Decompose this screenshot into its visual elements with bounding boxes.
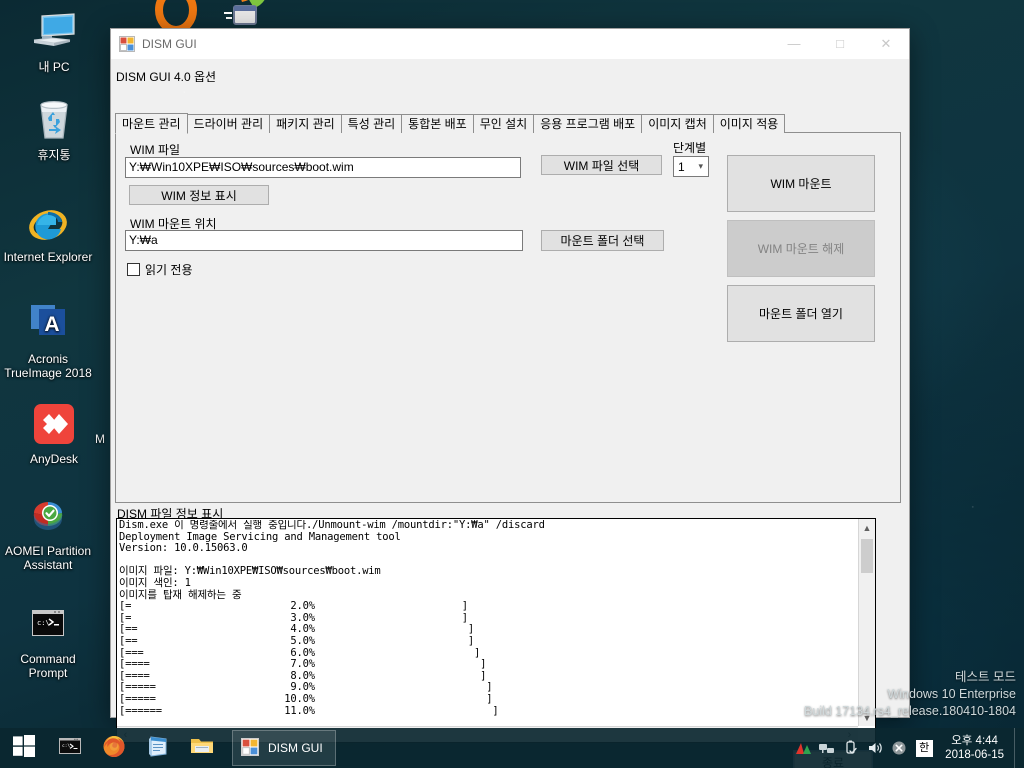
desktop-icon-anydesk[interactable]: AnyDesk (6, 400, 102, 466)
desktop-icon-aomei-partition-assistant[interactable]: AOMEI Partition Assistant (0, 492, 96, 572)
readonly-checkbox-label: 읽기 전용 (145, 263, 193, 277)
anydesk-icon (30, 400, 78, 448)
open-mount-folder-button[interactable]: 마운트 폴더 열기 (727, 285, 875, 342)
command-prompt-icon: c:\ (58, 734, 82, 763)
tab-package-management[interactable]: 패키지 관리 (269, 114, 342, 133)
wim-unmount-button[interactable]: WIM 마운트 해제 (727, 220, 875, 277)
desktop-icon-label: Acronis TrueImage 2018 (4, 352, 92, 380)
desktop-icon-label: 휴지통 (37, 148, 71, 162)
show-desktop-button[interactable] (1014, 728, 1020, 768)
this-pc-icon (30, 8, 78, 56)
desktop-icon-this-pc[interactable]: 내 PC (6, 8, 102, 74)
tab-strip: 마운트 관리 드라이버 관리 패키지 관리 특성 관리 통합본 배포 무인 설치… (115, 113, 901, 134)
chevron-down-icon: ▾ (698, 161, 703, 171)
mount-location-input[interactable]: Y:₩a (125, 230, 523, 251)
readonly-checkbox[interactable]: 읽기 전용 (127, 261, 193, 278)
desktop-icon-label: 내 PC (38, 60, 70, 74)
maximize-button[interactable]: □ (817, 29, 863, 58)
tab-mount-management[interactable]: 마운트 관리 (115, 113, 188, 134)
image-index-value: 1 (678, 159, 685, 174)
dism-gui-window: DISM GUI — □ ✕ DISM GUI 4.0 옵션 마운트 관리 드라… (110, 28, 910, 768)
tab-driver-management[interactable]: 드라이버 관리 (186, 114, 271, 133)
wim-info-button[interactable]: WIM 정보 표시 (129, 185, 269, 205)
acronis-trueimage-icon: A (24, 300, 72, 348)
taskbar-item-dism-gui[interactable]: DISM GUI (232, 730, 336, 766)
clock-date: 2018-06-15 (945, 749, 1004, 761)
desktop-icon-label: AnyDesk (29, 452, 79, 466)
index-label: 단계별 (673, 141, 707, 155)
desktop-icon-label-clipped: M (95, 432, 105, 446)
tab-panel-mount-management: WIM 파일 Y:₩Win10XPE₩ISO₩sources₩boot.wim … (115, 132, 901, 503)
taskbar-notepad[interactable] (136, 728, 180, 768)
volume-icon[interactable] (863, 728, 887, 768)
clock-time: 오후 4:44 (951, 735, 998, 747)
system-tray: 한 오후 4:44 2018-06-15 (791, 728, 1024, 768)
svg-text:c:\: c:\ (37, 619, 50, 627)
window-titlebar[interactable]: DISM GUI — □ ✕ (111, 29, 909, 59)
wim-file-label: WIM 파일 (130, 143, 181, 157)
dism-gui-icon (119, 35, 135, 52)
desktop: 내 PC 휴지통 Internet Explorer A Acronis Tru… (0, 0, 1024, 768)
aomei-partition-assistant-icon (24, 492, 72, 540)
test-mode-watermark: 테스트 모드 Windows 10 Enterprise Build 17134… (804, 669, 1016, 720)
window-title: DISM GUI (142, 36, 197, 51)
minimize-button[interactable]: — (771, 29, 817, 58)
image-index-select[interactable]: 1 ▾ (673, 156, 709, 177)
notepad-icon (146, 734, 170, 763)
options-label: DISM GUI 4.0 옵션 (116, 70, 217, 84)
tab-feature-management[interactable]: 특성 관리 (340, 114, 403, 133)
taskbar: c:\ DISM GUI 한 오후 4:44 2018-06-15 (0, 728, 1024, 768)
tab-app-deploy[interactable]: 응용 프로그램 배포 (533, 114, 643, 133)
desktop-icon-acronis-trueimage[interactable]: A Acronis TrueImage 2018 (0, 300, 96, 380)
watermark-line-3: Build 17134.rs4_release.180410-1804 (804, 704, 1016, 718)
mount-folder-select-button[interactable]: 마운트 폴더 선택 (541, 230, 664, 251)
watermark-line-1: 테스트 모드 (955, 670, 1016, 684)
vertical-scroll-thumb[interactable] (861, 539, 873, 573)
windows-start-icon (13, 734, 35, 762)
desktop-icon-recycle-bin[interactable]: 휴지통 (6, 96, 102, 162)
ime-korean-glyph: 한 (915, 739, 933, 757)
taskbar-firefox[interactable] (92, 728, 136, 768)
svg-text:c:\: c:\ (62, 743, 70, 749)
close-button[interactable]: ✕ (863, 29, 909, 58)
desktop-icon-command-prompt[interactable]: c:\ Command Prompt (0, 600, 96, 680)
recycle-bin-icon (30, 96, 78, 144)
log-output-box[interactable]: Dism.exe 이 명령줄에서 실행 중입니다./Unmount-wim /m… (116, 518, 876, 743)
taskbar-file-explorer[interactable] (180, 728, 224, 768)
desktop-icon-internet-explorer[interactable]: Internet Explorer (0, 198, 96, 264)
file-explorer-icon (189, 734, 215, 763)
tab-image-apply[interactable]: 이미지 적용 (712, 114, 786, 133)
window-client-area: DISM GUI 4.0 옵션 마운트 관리 드라이버 관리 패키지 관리 특성… (111, 59, 909, 768)
svg-text:A: A (44, 313, 59, 336)
taskbar-clock[interactable]: 오후 4:44 2018-06-15 (937, 734, 1014, 762)
scroll-up-arrow-icon[interactable]: ▲ (859, 519, 875, 536)
ahnlab-v3-icon[interactable] (791, 728, 815, 768)
firefox-icon (101, 733, 127, 764)
tab-integrated-deploy[interactable]: 통합본 배포 (401, 114, 474, 133)
taskbar-item-label: DISM GUI (268, 741, 323, 755)
error-icon[interactable] (887, 728, 911, 768)
network-icon[interactable] (815, 728, 839, 768)
watermark-line-2: Windows 10 Enterprise (887, 687, 1016, 701)
tab-image-capture[interactable]: 이미지 캡처 (641, 114, 714, 133)
log-output-text: Dism.exe 이 명령줄에서 실행 중입니다./Unmount-wim /m… (119, 520, 545, 717)
desktop-icon-label: Command Prompt (20, 652, 76, 680)
desktop-icon-label: AOMEI Partition Assistant (4, 544, 92, 572)
ime-korean-icon[interactable]: 한 (911, 728, 937, 768)
wim-file-input[interactable]: Y:₩Win10XPE₩ISO₩sources₩boot.wim (125, 157, 521, 178)
start-button[interactable] (0, 728, 48, 768)
usb-eject-icon[interactable] (839, 728, 863, 768)
command-prompt-icon: c:\ (24, 600, 72, 648)
internet-explorer-icon (24, 198, 72, 246)
taskbar-command-prompt[interactable]: c:\ (48, 728, 92, 768)
wim-file-select-button[interactable]: WIM 파일 선택 (541, 155, 662, 175)
desktop-icon-label: Internet Explorer (3, 250, 93, 264)
checkbox-box (127, 263, 140, 276)
dism-gui-icon (241, 737, 259, 759)
tab-unattended-install[interactable]: 무인 설치 (472, 114, 535, 133)
wim-mount-button[interactable]: WIM 마운트 (727, 155, 875, 212)
